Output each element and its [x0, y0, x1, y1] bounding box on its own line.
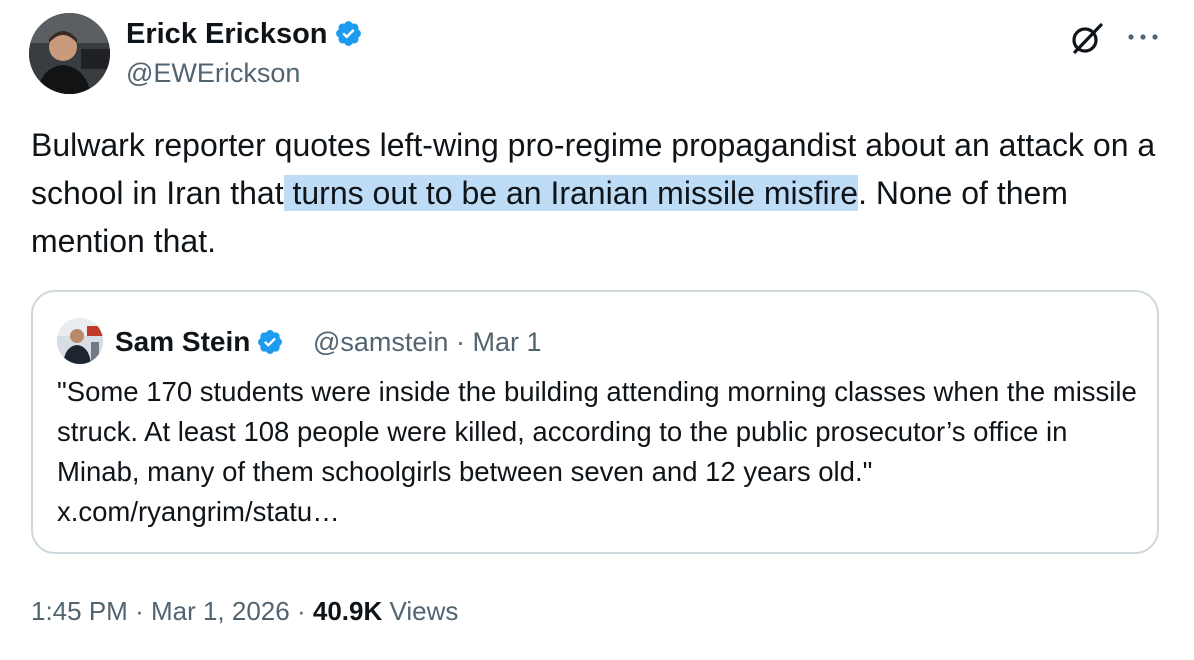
grok-icon[interactable]: [1068, 20, 1106, 58]
tweet-text-highlighted: turns out to be an Iranian missile misfi…: [283, 175, 859, 211]
author-name-text: Erick Erickson: [126, 18, 328, 50]
quoted-author-avatar[interactable]: [57, 318, 103, 364]
quoted-avatar-photo: [57, 318, 103, 364]
tweet-footer: 1:45 PM · Mar 1, 2026 · 40.9K Views: [31, 594, 458, 628]
author-handle[interactable]: @EWErickson: [126, 56, 300, 90]
tweet-text: Bulwark reporter quotes left-wing pro-re…: [31, 121, 1171, 265]
author-avatar[interactable]: [29, 13, 110, 94]
quoted-author-handle[interactable]: @samstein: [313, 327, 448, 357]
author-name[interactable]: Erick Erickson: [126, 17, 363, 51]
quoted-tweet-link[interactable]: x.com/ryangrim/statu…: [57, 496, 340, 527]
quoted-tweet-card[interactable]: Sam Stein @samstein · Mar 1 "Some 170 st…: [31, 290, 1159, 554]
avatar-photo: [29, 13, 110, 94]
verified-badge-icon: [335, 21, 361, 46]
verified-badge-icon: [258, 330, 283, 354]
footer-separator: ·: [296, 596, 306, 626]
quoted-tweet-text: "Some 170 students were inside the build…: [57, 372, 1137, 532]
views-count[interactable]: 40.9K: [313, 596, 382, 626]
tweet-time[interactable]: 1:45 PM: [31, 596, 128, 626]
more-options-icon[interactable]: [1126, 31, 1160, 43]
footer-separator: ·: [135, 596, 144, 626]
quoted-author-name-text: Sam Stein: [115, 326, 251, 357]
tweet-date[interactable]: Mar 1, 2026: [151, 596, 290, 626]
views-label[interactable]: Views: [389, 596, 458, 626]
meta-separator: ·: [455, 327, 465, 357]
quoted-tweet-date[interactable]: Mar 1: [472, 327, 541, 357]
quoted-tweet-meta: @samstein · Mar 1: [313, 326, 542, 358]
quoted-tweet-body: "Some 170 students were inside the build…: [57, 376, 1137, 487]
quoted-author-name[interactable]: Sam Stein: [115, 326, 284, 358]
